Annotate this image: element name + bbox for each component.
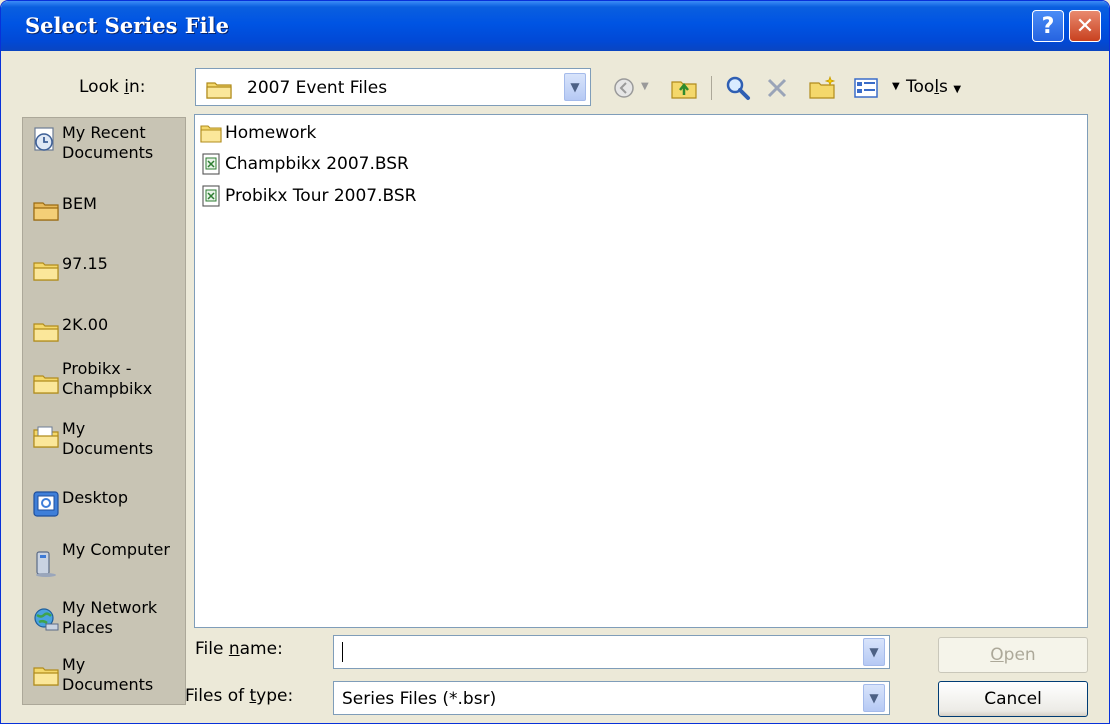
files-of-type-value: Series Files (*.bsr) — [342, 689, 497, 709]
place-my-recent-documents[interactable]: My Recent Documents — [32, 123, 182, 163]
toolbar-separator — [711, 76, 712, 100]
files-of-type-dropdown-button[interactable]: ▼ — [863, 684, 885, 712]
chevron-down-icon: ▼ — [570, 80, 580, 94]
folder-icon — [33, 667, 59, 686]
up-one-level-button[interactable] — [669, 74, 699, 102]
chevron-down-icon: ▼ — [869, 691, 879, 705]
place-97-15[interactable]: 97.15 — [32, 254, 182, 284]
files-of-type-label: Files of type: — [185, 686, 294, 706]
folder-icon — [206, 82, 232, 99]
place-my-documents[interactable]: My Documents — [32, 419, 182, 459]
my-documents-icon — [33, 426, 59, 448]
title-bar[interactable]: Select Series File ? ✕ — [1, 1, 1109, 51]
text-caret — [342, 642, 343, 662]
recent-documents-icon — [34, 127, 54, 151]
help-button[interactable]: ? — [1032, 10, 1064, 42]
place-my-network-places[interactable]: My Network Places — [32, 598, 182, 638]
place-my-documents-2[interactable]: My Documents — [32, 655, 182, 695]
series-file-icon — [202, 185, 220, 207]
file-name-input[interactable]: ▼ — [333, 635, 890, 669]
file-name-label: File name: — [195, 639, 283, 659]
computer-icon — [36, 551, 56, 577]
new-folder-icon — [809, 76, 836, 99]
files-of-type-select[interactable]: Series Files (*.bsr) ▼ — [333, 681, 890, 715]
folder-icon — [33, 202, 59, 221]
file-name-dropdown-button[interactable]: ▼ — [863, 638, 885, 666]
close-icon: ✕ — [1075, 13, 1095, 39]
folder-icon — [200, 125, 222, 143]
folder-icon — [33, 323, 59, 342]
views-dropdown-icon[interactable]: ▼ — [892, 81, 900, 92]
look-in-dropdown-button[interactable]: ▼ — [564, 73, 586, 101]
search-web-button[interactable] — [723, 74, 753, 102]
look-in-value: 2007 Event Files — [247, 78, 388, 98]
back-button[interactable] — [611, 74, 637, 102]
select-series-file-dialog: Select Series File ? ✕ Look in: 2007 Eve… — [0, 0, 1110, 724]
back-dropdown-icon[interactable]: ▼ — [641, 81, 649, 92]
tools-menu-button[interactable]: Tools ▼ — [906, 77, 961, 97]
open-button[interactable]: Open — [938, 637, 1088, 673]
back-arrow-icon — [614, 78, 634, 98]
look-in-label: Look in: — [79, 77, 146, 97]
cancel-button[interactable]: Cancel — [938, 681, 1088, 717]
views-icon — [854, 78, 878, 98]
search-icon — [726, 76, 750, 100]
network-icon — [34, 608, 59, 631]
new-folder-button[interactable] — [807, 74, 837, 102]
tools-dropdown-icon: ▼ — [953, 84, 962, 95]
place-bem[interactable]: BEM — [32, 194, 182, 224]
place-desktop[interactable]: Desktop — [32, 488, 182, 518]
place-my-computer[interactable]: My Computer — [32, 540, 182, 578]
file-item-probikx-tour-2007[interactable]: Probikx Tour 2007.BSR — [200, 184, 417, 208]
file-item-champbikx-2007[interactable]: Champbikx 2007.BSR — [200, 152, 409, 176]
file-item-homework[interactable]: Homework — [200, 121, 316, 145]
place-probikx-champbikx[interactable]: Probikx - Champbikx — [32, 359, 182, 399]
folder-icon — [33, 375, 59, 394]
place-2k-00[interactable]: 2K.00 — [32, 315, 182, 345]
help-icon: ? — [1041, 13, 1055, 39]
series-file-icon — [202, 153, 220, 175]
delete-x-icon — [767, 78, 787, 98]
desktop-icon — [33, 491, 59, 517]
file-list[interactable]: Homework Champbikx 2007.BSR Probikx Tour… — [194, 114, 1088, 628]
views-button[interactable] — [851, 74, 881, 102]
dialog-title: Select Series File — [25, 13, 229, 38]
up-folder-icon — [671, 81, 697, 99]
folder-icon — [33, 262, 59, 281]
look-in-combobox[interactable]: 2007 Event Files ▼ — [195, 68, 591, 106]
delete-button[interactable] — [763, 74, 791, 102]
close-button[interactable]: ✕ — [1069, 10, 1101, 42]
chevron-down-icon: ▼ — [869, 645, 879, 659]
